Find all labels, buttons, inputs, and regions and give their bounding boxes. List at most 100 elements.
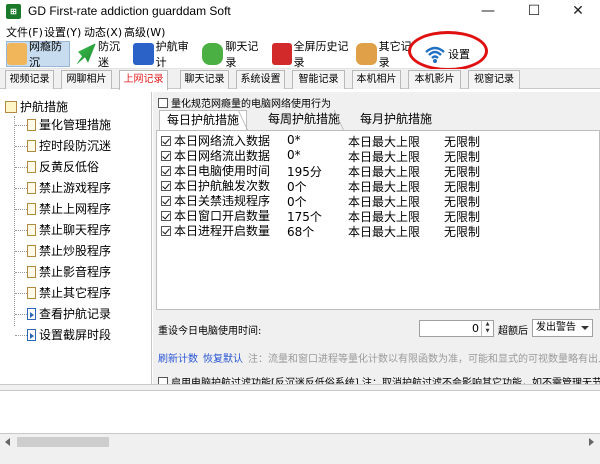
- spinner-arrows-icon[interactable]: ▲ ▼: [481, 321, 493, 336]
- tree-item-block-media[interactable]: 禁止影音程序: [39, 263, 111, 281]
- close-button[interactable]: ✕: [556, 0, 600, 23]
- tree-connector: [15, 251, 27, 252]
- tab-web-records[interactable]: 上网记录: [119, 70, 168, 90]
- row-value: 0*: [287, 133, 301, 147]
- page-icon: [27, 266, 36, 278]
- row-value: 0*: [287, 148, 301, 162]
- toolbar-anti-addiction-button[interactable]: 防沉迷: [76, 40, 128, 69]
- people-icon: [7, 43, 27, 65]
- subtab-daily[interactable]: 每日护航措施: [159, 110, 247, 130]
- scroll-right-icon[interactable]: [589, 438, 594, 446]
- tree-root[interactable]: 护航措施: [5, 98, 68, 115]
- shield-icon: [133, 43, 154, 65]
- tree-item-quantify[interactable]: 量化管理措施: [39, 116, 111, 134]
- row-checkbox[interactable]: [161, 165, 171, 176]
- reset-time-value[interactable]: 0: [472, 322, 479, 335]
- status-bar: [0, 450, 600, 464]
- table-row[interactable]: 本日电脑使用时间: [161, 163, 270, 178]
- toolbar-chat-button[interactable]: 聊天记录: [202, 40, 268, 69]
- row-limit-label: 本日最大上限: [348, 225, 421, 239]
- minimize-button[interactable]: —: [466, 0, 510, 23]
- page-icon: [27, 161, 36, 173]
- play-page-icon: [27, 308, 36, 320]
- table-row[interactable]: 本日护航触发次数: [161, 178, 270, 193]
- table-row[interactable]: 本日网络流出数据: [161, 148, 270, 163]
- tree-item-anti-porn[interactable]: 反黄反低俗: [39, 158, 99, 176]
- toolbar-audit-button[interactable]: 护航审计: [133, 40, 197, 69]
- row-limit: 无限制: [444, 225, 481, 239]
- page-icon: [27, 119, 36, 131]
- row-checkbox[interactable]: [161, 210, 171, 221]
- page-icon: [27, 245, 36, 257]
- reset-time-spinner[interactable]: 0 ▲ ▼: [419, 320, 494, 337]
- tree-item-block-other[interactable]: 禁止其它程序: [39, 284, 111, 302]
- quantify-option[interactable]: 量化规范网瘾量的电脑网络使用行为: [158, 95, 331, 110]
- tab-system-settings[interactable]: 系统设置: [236, 70, 285, 89]
- tree-item-block-games[interactable]: 禁止游戏程序: [39, 179, 111, 197]
- page-icon: [27, 224, 36, 236]
- row-checkbox[interactable]: [161, 195, 171, 206]
- tab-strip: 视频记录 网聊相片 上网记录 聊天记录 系统设置 智能记录 本机相片 本机影片 …: [0, 69, 600, 90]
- toolbar-label: 全屏历史记录: [293, 40, 349, 69]
- table-row[interactable]: 本日窗口开启数量: [161, 208, 270, 223]
- row-checkbox[interactable]: [161, 225, 171, 236]
- tree-item-block-web[interactable]: 禁止上网程序: [39, 200, 111, 218]
- row-checkbox[interactable]: [161, 150, 171, 161]
- tree-connector: [15, 167, 27, 168]
- scroll-left-icon[interactable]: [5, 438, 10, 446]
- tree-connector: [15, 314, 27, 315]
- row-name: 本日进程开启数量: [174, 224, 271, 238]
- camera-icon: [272, 43, 292, 65]
- toolbar-addiction-button[interactable]: 网瘾防沉: [6, 40, 70, 69]
- table-row[interactable]: 本日网络流入数据: [161, 133, 270, 148]
- tree-root-label: 护航措施: [20, 100, 69, 114]
- after-exceed-label: 超额后: [498, 326, 528, 337]
- reset-time-label: 重设今日电脑使用时间:: [158, 326, 262, 337]
- tab-local-videos[interactable]: 本机影片: [408, 70, 461, 89]
- tab-local-photos[interactable]: 本机相片: [352, 70, 401, 89]
- tree-item-block-chat[interactable]: 禁止聊天程序: [39, 221, 111, 239]
- tree-item-block-stocks[interactable]: 禁止炒股程序: [39, 242, 111, 260]
- page-icon: [27, 182, 36, 194]
- tab-smart-records[interactable]: 智能记录: [292, 70, 345, 89]
- table-row[interactable]: 本日进程开启数量: [161, 223, 270, 238]
- quantify-option-label: 量化规范网瘾量的电脑网络使用行为: [171, 99, 331, 110]
- tab-video-records[interactable]: 视频记录: [5, 70, 54, 89]
- page-icon: [27, 140, 36, 152]
- tab-window-records[interactable]: 视窗记录: [468, 70, 520, 89]
- play-page-icon: [27, 329, 36, 341]
- daily-measures-table: 本日网络流入数据 0* 本日最大上限 无限制 本日网络流出数据 0* 本日最大上…: [156, 130, 600, 310]
- subtab-monthly[interactable]: 每月护航措施: [353, 110, 439, 130]
- tree-connector: [14, 116, 15, 326]
- tree-item-screenshot-schedule[interactable]: 设置截屏时段: [39, 326, 111, 344]
- tree-connector: [15, 272, 27, 273]
- scroll-thumb[interactable]: [17, 437, 109, 447]
- tab-chat-photos[interactable]: 网聊相片: [61, 70, 112, 89]
- quantify-checkbox[interactable]: [158, 97, 168, 108]
- maximize-button[interactable]: ☐: [512, 0, 556, 23]
- toolbar-label: 护航审计: [155, 40, 189, 69]
- action-select-value: 发出警告: [536, 322, 576, 333]
- action-select[interactable]: 发出警告: [532, 319, 593, 337]
- tree-connector: [15, 125, 27, 126]
- row-value: 68个: [287, 225, 315, 239]
- tab-chat-records[interactable]: 聊天记录: [180, 70, 229, 89]
- title-bar: ⊞ GD First-rate addiction guarddam Soft …: [0, 0, 600, 23]
- toolbar-history-button[interactable]: 全屏历史记录: [272, 40, 352, 69]
- app-icon: ⊞: [6, 4, 21, 19]
- arrow-icon: [76, 43, 96, 65]
- page-icon: [27, 287, 36, 299]
- toolbar-label: 聊天记录: [225, 40, 259, 69]
- row-checkbox[interactable]: [161, 135, 171, 146]
- tree-connector: [15, 230, 27, 231]
- tree-item-time-control[interactable]: 控时段防沉迷: [39, 137, 111, 155]
- tree-connector: [15, 293, 27, 294]
- toolbar-label: 防沉迷: [98, 40, 120, 69]
- tree-item-view-records[interactable]: 查看护航记录: [39, 305, 111, 323]
- note-text: 注：流量和窗口进程等量化计数以有限函数为准，可能和显式的可视数量略有出入: [248, 354, 600, 365]
- table-row[interactable]: 本日关禁违规程序: [161, 193, 270, 208]
- recount-link[interactable]: 刷新计数: [158, 350, 198, 365]
- row-checkbox[interactable]: [161, 180, 171, 191]
- horizontal-scrollbar[interactable]: [0, 434, 600, 450]
- restore-default-link[interactable]: 恢复默认: [203, 350, 243, 365]
